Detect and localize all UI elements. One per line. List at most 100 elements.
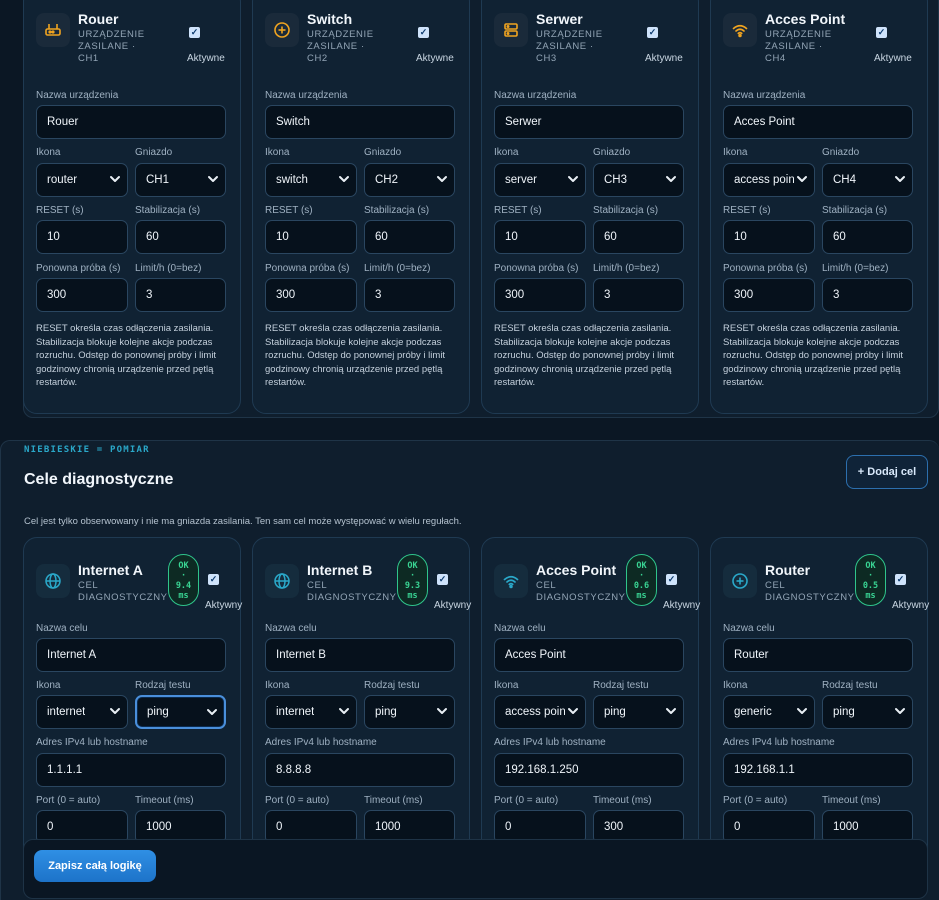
reset-input[interactable]: 10 <box>494 220 586 254</box>
status-text: OK <box>407 561 418 571</box>
chevron-down-icon <box>895 176 905 182</box>
host-input[interactable]: 1.1.1.1 <box>36 753 226 787</box>
reset-input[interactable]: 10 <box>265 220 357 254</box>
target-subtitle: CEL DIAGNOSTYCZNY <box>78 580 168 603</box>
socket-select[interactable]: CH3 <box>593 163 684 197</box>
active-label: Aktywny <box>892 600 930 611</box>
status-text: OK <box>178 561 189 571</box>
socket-select[interactable]: CH1 <box>135 163 226 197</box>
device-subtitle: URZĄDZENIE ZASILANE · CH3 <box>536 29 603 64</box>
retry-input[interactable]: 300 <box>494 278 586 312</box>
active-checkbox[interactable] <box>418 27 429 38</box>
icon-select[interactable]: internet <box>265 695 357 729</box>
device-card: Serwer URZĄDZENIE ZASILANE · CH3 Aktywne Na… <box>481 0 699 414</box>
device-name-input[interactable]: Rouer <box>36 105 226 139</box>
stab-label: Stabilizacja (s) <box>135 205 201 216</box>
socket-select[interactable]: CH4 <box>822 163 913 197</box>
test-type-select[interactable]: ping <box>593 695 684 729</box>
active-checkbox[interactable] <box>895 574 906 585</box>
status-dot: · <box>180 571 187 581</box>
add-target-button[interactable]: + Dodaj cel <box>846 455 928 489</box>
socket-label: Gniazdo <box>364 147 402 158</box>
retry-input[interactable]: 300 <box>265 278 357 312</box>
chevron-down-icon <box>666 176 676 182</box>
target-name-input[interactable]: Internet A <box>36 638 226 672</box>
stab-input[interactable]: 60 <box>364 220 455 254</box>
device-subtitle: URZĄDZENIE ZASILANE · CH2 <box>307 29 374 64</box>
device-subtitle: URZĄDZENIE ZASILANE · CH1 <box>78 29 145 64</box>
icon-select[interactable]: generic <box>723 695 815 729</box>
target-name-input[interactable]: Internet B <box>265 638 455 672</box>
socket-label: Gniazdo <box>135 147 173 158</box>
device-title: Serwer <box>536 11 583 27</box>
test-type-select[interactable]: ping <box>135 695 226 729</box>
test-label: Rodzaj testu <box>822 680 878 691</box>
active-checkbox[interactable] <box>647 27 658 38</box>
icon-select[interactable]: router <box>36 163 128 197</box>
device-title: Switch <box>307 11 353 27</box>
host-input[interactable]: 8.8.8.8 <box>265 753 455 787</box>
icon-select-value: generic <box>734 706 772 718</box>
stab-input[interactable]: 60 <box>822 220 913 254</box>
retry-input[interactable]: 300 <box>36 278 128 312</box>
limit-input[interactable]: 3 <box>822 278 913 312</box>
save-all-button[interactable]: Zapisz całą logikę <box>34 850 156 882</box>
status-badge: OK · 0.5 ms <box>855 554 886 606</box>
test-type-select-value: ping <box>375 706 397 718</box>
status-badge: OK · 0.6 ms <box>626 554 657 606</box>
active-checkbox[interactable] <box>666 574 677 585</box>
target-subtitle: CEL DIAGNOSTYCZNY <box>536 580 626 603</box>
card-header: Internet A CEL DIAGNOSTYCZNY <box>36 562 234 624</box>
icon-select[interactable]: access point <box>723 163 815 197</box>
device-note: RESET określa czas odłączenia zasilania.… <box>723 323 904 388</box>
wifi-icon <box>494 564 528 598</box>
timeout-label: Timeout (ms) <box>822 795 881 806</box>
icon-select[interactable]: server <box>494 163 586 197</box>
status-badge: OK · 9.4 ms <box>168 554 199 606</box>
active-label: Aktywny <box>434 600 472 611</box>
icon-label: Ikona <box>265 147 290 158</box>
limit-input[interactable]: 3 <box>593 278 684 312</box>
test-type-select[interactable]: ping <box>364 695 455 729</box>
active-checkbox[interactable] <box>876 27 887 38</box>
socket-select[interactable]: CH2 <box>364 163 455 197</box>
socket-select-value: CH3 <box>604 174 628 186</box>
target-name-input[interactable]: Router <box>723 638 913 672</box>
device-name-input[interactable]: Switch <box>265 105 455 139</box>
device-name-input[interactable]: Acces Point <box>723 105 913 139</box>
section-description: Cel jest tylko obserwowany i nie ma gnia… <box>24 516 462 527</box>
retry-label: Ponowna próba (s) <box>723 263 808 274</box>
icon-label: Ikona <box>265 680 290 691</box>
target-name-input[interactable]: Acces Point <box>494 638 684 672</box>
icon-select[interactable]: internet <box>36 695 128 729</box>
active-label: Aktywne <box>187 53 225 64</box>
limit-label: Limit/h (0=bez) <box>364 263 431 274</box>
icon-select[interactable]: access point <box>494 695 586 729</box>
stab-input[interactable]: 60 <box>593 220 684 254</box>
active-checkbox[interactable] <box>437 574 448 585</box>
active-checkbox[interactable] <box>208 574 219 585</box>
card-header: Serwer URZĄDZENIE ZASILANE · CH3 Aktywne <box>494 11 692 73</box>
icon-select-value: internet <box>276 706 315 718</box>
host-input[interactable]: 192.168.1.250 <box>494 753 684 787</box>
device-name-input[interactable]: Serwer <box>494 105 684 139</box>
device-subtitle: URZĄDZENIE ZASILANE · CH4 <box>765 29 832 64</box>
device-note: RESET określa czas odłączenia zasilania.… <box>36 323 217 388</box>
target-subtitle: CEL DIAGNOSTYCZNY <box>307 580 397 603</box>
limit-label: Limit/h (0=bez) <box>593 263 660 274</box>
device-note: RESET określa czas odłączenia zasilania.… <box>494 323 675 388</box>
icon-select[interactable]: switch <box>265 163 357 197</box>
chevron-down-icon <box>797 176 807 182</box>
host-input[interactable]: 192.168.1.1 <box>723 753 913 787</box>
host-label: Adres IPv4 lub hostname <box>494 737 606 748</box>
limit-input[interactable]: 3 <box>135 278 226 312</box>
retry-input[interactable]: 300 <box>723 278 815 312</box>
reset-input[interactable]: 10 <box>723 220 815 254</box>
icon-select-value: internet <box>47 706 86 718</box>
test-type-select[interactable]: ping <box>822 695 913 729</box>
stab-input[interactable]: 60 <box>135 220 226 254</box>
limit-input[interactable]: 3 <box>364 278 455 312</box>
reset-input[interactable]: 10 <box>36 220 128 254</box>
card-header: Switch URZĄDZENIE ZASILANE · CH2 Aktywne <box>265 11 463 73</box>
active-checkbox[interactable] <box>189 27 200 38</box>
